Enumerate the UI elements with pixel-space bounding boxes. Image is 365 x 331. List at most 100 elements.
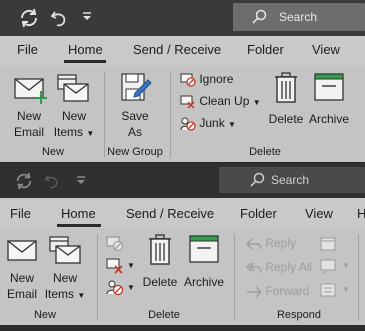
save-as-label-2: As	[127, 125, 142, 139]
chevron-down-icon: ▼	[342, 285, 350, 294]
new-items-button[interactable]: New Items ▼	[42, 234, 88, 304]
im-reply-button[interactable]: ▼	[320, 258, 352, 276]
chevron-down-icon: ▼	[252, 98, 261, 107]
archive-button[interactable]: Archive	[307, 72, 351, 142]
title-bar: Search	[0, 163, 365, 198]
tab-help[interactable]: H	[357, 206, 365, 221]
search-input[interactable]: Search	[219, 167, 365, 193]
search-input[interactable]: Search	[233, 3, 365, 31]
search-icon	[250, 172, 265, 187]
group-new-label: New	[33, 309, 56, 321]
save-as-label-1: Save	[121, 109, 149, 123]
im-icon	[320, 259, 336, 275]
tab-home[interactable]: Home	[68, 42, 103, 57]
reply-all-icon	[246, 262, 262, 273]
tab-file[interactable]: File	[17, 42, 38, 57]
customize-toolbar-icon[interactable]	[82, 12, 92, 22]
new-email-button[interactable]: New Email	[2, 234, 42, 304]
junk-icon	[106, 280, 124, 296]
ribbon-home: New Email New Items ▼ New Save As New Gr…	[0, 66, 365, 162]
group-new-group-label: New Group	[107, 146, 163, 158]
tab-home[interactable]: Home	[61, 206, 96, 221]
chevron-down-icon: ▼	[342, 261, 350, 270]
trash-icon	[275, 72, 297, 103]
tab-home-indicator	[57, 224, 101, 227]
tab-send-receive[interactable]: Send / Receive	[126, 206, 214, 221]
ignore-icon	[180, 73, 196, 87]
group-separator	[170, 72, 171, 158]
archive-icon	[189, 235, 219, 263]
chevron-down-icon: ▼	[228, 120, 236, 129]
save-as-icon	[121, 73, 152, 101]
tab-folder[interactable]: Folder	[240, 206, 277, 221]
junk-button[interactable]: ▼	[106, 280, 136, 298]
meeting-reply-icon[interactable]	[320, 236, 338, 252]
reply-all-button[interactable]: Reply All	[246, 260, 312, 274]
sync-icon[interactable]	[14, 172, 34, 190]
new-items-label-1: New	[52, 271, 77, 285]
sync-icon[interactable]	[18, 8, 40, 28]
clean-up-icon	[180, 95, 195, 109]
junk-label: Junk	[199, 116, 225, 130]
new-email-label-1: New	[9, 271, 34, 285]
new-email-button[interactable]: New Email	[8, 72, 50, 142]
junk-button[interactable]: Junk ▼	[180, 116, 236, 131]
archive-icon	[314, 73, 344, 101]
archive-label: Archive	[308, 112, 349, 126]
group-separator	[234, 234, 235, 320]
group-respond-label: Respond	[276, 309, 322, 321]
new-items-text: Items	[53, 125, 84, 139]
clean-up-button[interactable]: ▼	[106, 258, 136, 276]
new-items-button[interactable]: New Items ▼	[50, 72, 98, 142]
clean-up-button[interactable]: Clean Up ▼	[180, 94, 261, 109]
ignore-button[interactable]: Ignore	[180, 72, 233, 87]
chevron-down-icon: ▼	[86, 129, 95, 138]
delete-label: Delete	[142, 275, 178, 289]
trash-icon	[149, 234, 171, 265]
new-items-label-1: New	[61, 109, 86, 123]
group-delete-label: Delete	[249, 146, 281, 158]
search-placeholder: Search	[279, 10, 318, 24]
new-email-icon	[7, 240, 37, 261]
new-items-label-2: Items ▼	[50, 125, 98, 141]
clean-up-label: Clean Up	[199, 94, 250, 108]
forward-label: Forward	[265, 284, 310, 298]
group-delete-label: Delete	[148, 309, 180, 321]
more-respond-button[interactable]: ▼	[320, 282, 352, 300]
tab-view[interactable]: View	[312, 42, 340, 57]
forward-icon	[247, 286, 262, 298]
forward-button[interactable]: Forward	[246, 284, 309, 298]
group-new-label: New	[41, 146, 64, 158]
junk-icon	[180, 117, 196, 131]
reply-button[interactable]: Reply	[246, 236, 296, 250]
group-separator	[358, 234, 359, 320]
save-as-button[interactable]: Save As	[110, 72, 160, 142]
delete-label: Delete	[268, 112, 304, 126]
new-email-label-2: Email	[13, 125, 44, 139]
delete-button[interactable]: Delete	[140, 234, 180, 304]
more-respond-icon	[320, 283, 336, 297]
tab-send-receive[interactable]: Send / Receive	[133, 42, 221, 57]
archive-label: Archive	[183, 275, 224, 289]
undo-icon[interactable]	[50, 8, 68, 28]
title-bar: Search	[0, 0, 365, 36]
tab-folder[interactable]: Folder	[247, 42, 284, 57]
chevron-down-icon: ▼	[77, 291, 86, 300]
new-items-icon	[57, 74, 89, 102]
ribbon-tabs: File Home Send / Receive Folder View H	[0, 198, 365, 228]
clean-up-icon	[106, 258, 123, 274]
ignore-icon[interactable]	[106, 236, 124, 252]
ribbon-home: New Email New Items ▼ New ▼ ▼ Delete Arc…	[0, 228, 365, 325]
tab-view[interactable]: View	[305, 206, 333, 221]
reply-icon	[246, 238, 262, 250]
customize-toolbar-icon[interactable]	[76, 176, 86, 186]
new-items-label-2: Items ▼	[42, 287, 88, 303]
undo-icon[interactable]	[44, 172, 60, 190]
delete-button[interactable]: Delete	[266, 72, 306, 142]
chevron-down-icon: ▼	[127, 261, 135, 270]
new-email-icon	[14, 78, 47, 104]
archive-button[interactable]: Archive	[182, 234, 226, 304]
chevron-down-icon: ▼	[127, 283, 135, 292]
tab-home-indicator	[64, 60, 106, 63]
tab-file[interactable]: File	[10, 206, 31, 221]
